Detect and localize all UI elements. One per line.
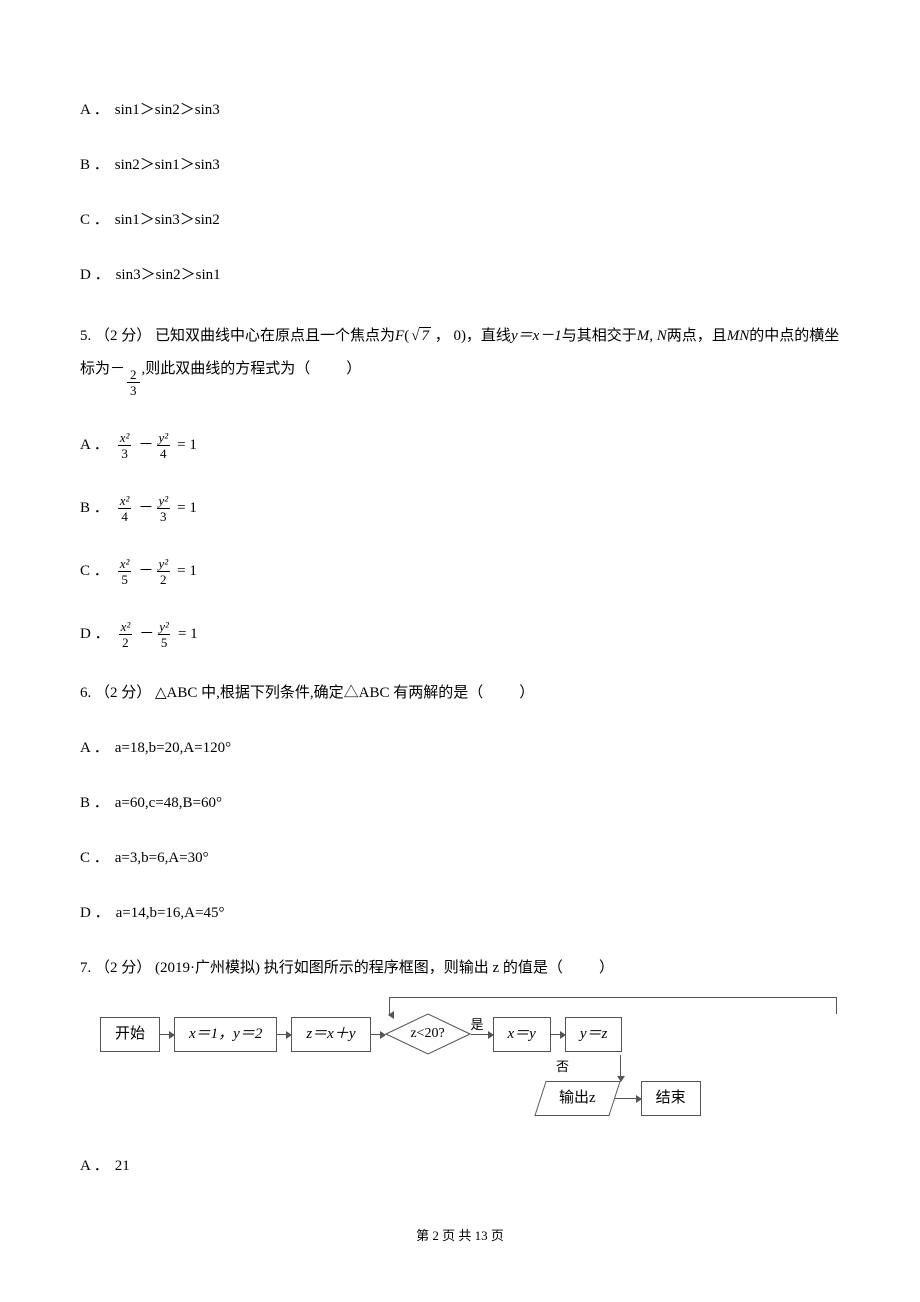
arrow-icon [371, 1034, 385, 1035]
option-text: sin1＞sin2＞sin3 [115, 100, 220, 121]
option-text: sin3＞sin2＞sin1 [116, 265, 221, 286]
flow-end: 结束 [641, 1081, 701, 1116]
q4-option-a: A ． sin1＞sin2＞sin3 [80, 100, 840, 121]
arrow-icon [277, 1034, 291, 1035]
flow-output: 输出z [534, 1081, 620, 1116]
option-label: D ． [80, 903, 110, 924]
arrow-icon [551, 1034, 565, 1035]
question-number: 6. [80, 683, 91, 704]
option-label: C ． [80, 561, 109, 582]
option-label: A ． [80, 435, 109, 456]
fraction: y²2 [155, 557, 171, 586]
no-label: 否 [556, 1058, 569, 1076]
q5-option-d: D ． x²2 － y²5 = 1 [80, 620, 840, 649]
page-footer: 第 2 页 共 13 页 [80, 1227, 840, 1245]
fraction: x²5 [117, 557, 133, 586]
option-text: sin1＞sin3＞sin2 [115, 210, 220, 231]
option-label: B ． [80, 498, 109, 519]
q4-option-b: B ． sin2＞sin1＞sin3 [80, 155, 840, 176]
flow-assign: z＝x＋y [291, 1017, 370, 1052]
option-text: a=60,c=48,B=60° [115, 793, 222, 814]
arrow-icon [160, 1034, 174, 1035]
q6-option-d: D ． a=14,b=16,A=45° [80, 903, 840, 924]
arrow-icon: 是 [471, 1034, 493, 1035]
question-source: (2019·广州模拟) [155, 958, 260, 979]
option-label: A ． [80, 738, 109, 759]
q5-option-a: A ． x²3 － y²4 = 1 [80, 431, 840, 460]
option-text: a=18,b=20,A=120° [115, 738, 231, 759]
option-text: 21 [115, 1156, 130, 1177]
flow-start: 开始 [100, 1017, 160, 1052]
yes-label: 是 [471, 1016, 484, 1034]
flow-decision: z<20? [385, 1013, 471, 1055]
option-label: C ． [80, 210, 109, 231]
question-points: （2 分） [95, 328, 151, 344]
question-number: 5. [80, 328, 91, 344]
option-text: a=3,b=6,A=30° [115, 848, 209, 869]
q6-option-a: A ． a=18,b=20,A=120° [80, 738, 840, 759]
page-content: A ． sin1＞sin2＞sin3 B ． sin2＞sin1＞sin3 C … [0, 0, 920, 1285]
option-label: B ． [80, 793, 109, 814]
flow-step1: x＝y [493, 1017, 551, 1052]
fraction: x²4 [117, 494, 133, 523]
fraction: x²2 [118, 620, 134, 649]
option-label: A ． [80, 1156, 109, 1177]
flowchart: 开始 x＝1，y＝2 z＝x＋y z<20? 是 x＝y y＝z 否 [100, 1013, 840, 1116]
q5-option-b: B ． x²4 － y²3 = 1 [80, 494, 840, 523]
option-label: A ． [80, 100, 109, 121]
question-points: （2 分） [95, 683, 151, 704]
option-label: D ． [80, 624, 110, 645]
q6-option-b: B ． a=60,c=48,B=60° [80, 793, 840, 814]
option-label: C ． [80, 848, 109, 869]
flow-step2: y＝z [565, 1017, 623, 1052]
option-text: sin2＞sin1＞sin3 [115, 155, 220, 176]
question-number: 7. [80, 958, 91, 979]
q5-stem: 5. （2 分） 已知双曲线中心在原点且一个焦点为F(√7 ， 0)，直线y＝x… [80, 320, 840, 397]
flow-init: x＝1，y＝2 [174, 1017, 277, 1052]
q7-stem: 7. （2 分） (2019·广州模拟) 执行如图所示的程序框图，则输出 z 的… [80, 958, 840, 979]
q6-stem: 6. （2 分） △ABC 中,根据下列条件,确定△ABC 有两解的是（） [80, 683, 840, 704]
q7-option-a: A ． 21 [80, 1156, 840, 1177]
fraction: x²3 [117, 431, 133, 460]
fraction: y²5 [156, 620, 172, 649]
arrow-icon [615, 1098, 641, 1099]
q4-option-d: D ． sin3＞sin2＞sin1 [80, 265, 840, 286]
option-label: B ． [80, 155, 109, 176]
q6-option-c: C ． a=3,b=6,A=30° [80, 848, 840, 869]
arrow-down-icon [620, 1055, 621, 1081]
q5-option-c: C ． x²5 － y²2 = 1 [80, 557, 840, 586]
fraction: y²4 [155, 431, 171, 460]
fraction: 23 [127, 368, 140, 397]
option-text: a=14,b=16,A=45° [116, 903, 225, 924]
fraction: y²3 [155, 494, 171, 523]
q4-option-c: C ． sin1＞sin3＞sin2 [80, 210, 840, 231]
question-points: （2 分） [95, 958, 151, 979]
option-label: D ． [80, 265, 110, 286]
